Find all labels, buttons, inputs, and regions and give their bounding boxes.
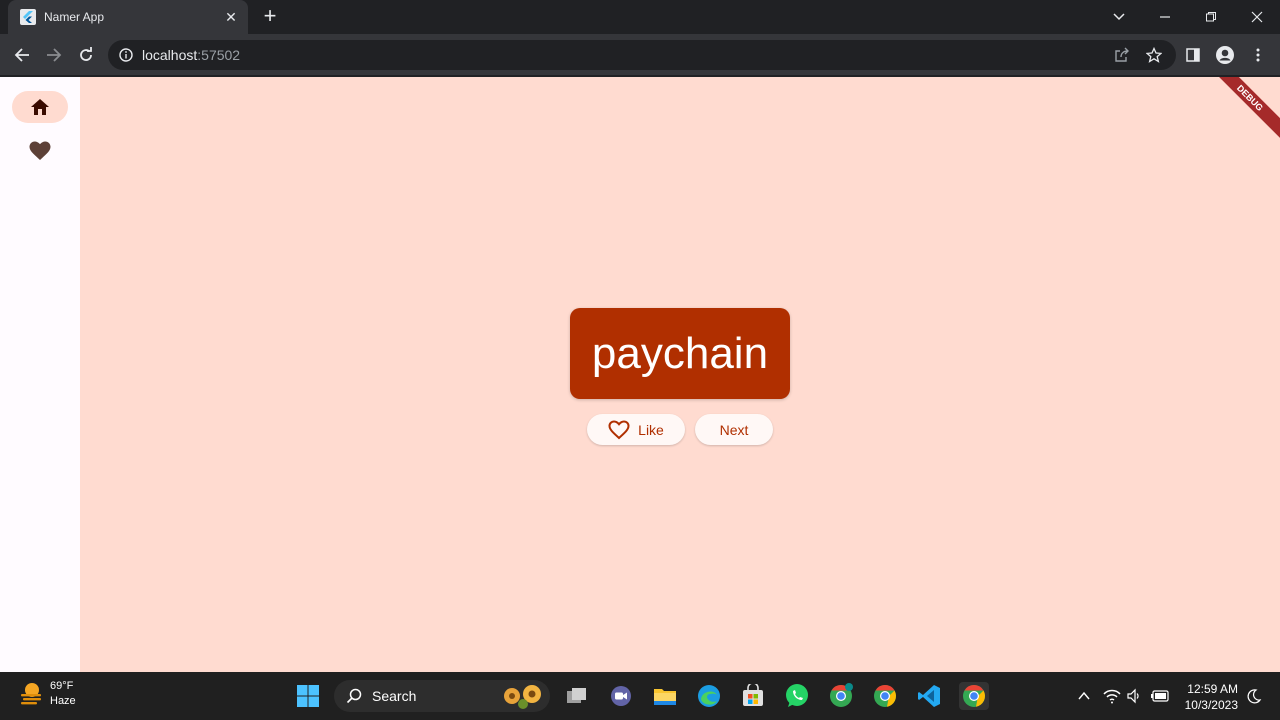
minimize-button[interactable] (1142, 0, 1188, 34)
like-label: Like (638, 421, 664, 438)
vscode-icon[interactable] (915, 682, 943, 710)
url-port: :57502 (197, 47, 241, 63)
url-host: localhost (142, 47, 198, 63)
windows-start-icon[interactable] (294, 682, 322, 710)
side-panel-icon[interactable] (1181, 43, 1205, 67)
search-placeholder: Search (372, 688, 417, 704)
nav-favorites[interactable] (12, 135, 68, 167)
generator-page: paychain Like Next (80, 77, 1280, 672)
weather-condition: Haze (50, 695, 76, 707)
heart-icon (29, 141, 51, 160)
home-icon (31, 99, 49, 115)
navigation-rail (0, 77, 80, 672)
address-bar[interactable]: localhost:57502 (108, 40, 1176, 70)
nav-home[interactable] (12, 91, 68, 123)
flutter-favicon-icon (20, 9, 36, 25)
haze-sun-icon (21, 682, 41, 704)
chrome-profile-icon[interactable] (827, 682, 855, 710)
flowers-highlight-icon (504, 685, 541, 709)
chrome-active-icon[interactable] (959, 682, 989, 710)
clock-date: 10/3/2023 (1184, 698, 1238, 712)
next-label: Next (719, 421, 749, 438)
clock-time: 12:59 AM (1187, 682, 1238, 696)
browser-toolbar: localhost:57502 (0, 34, 1280, 76)
url-text: localhost:57502 (142, 47, 240, 63)
edge-browser-icon[interactable] (695, 682, 723, 710)
heart-outline-icon (608, 419, 630, 439)
whatsapp-icon[interactable] (783, 682, 811, 710)
profile-avatar-icon[interactable] (1213, 43, 1237, 67)
task-view-icon[interactable] (563, 682, 591, 710)
back-arrow-icon[interactable] (10, 43, 34, 67)
battery-icon[interactable] (1146, 682, 1174, 710)
word-pair-card: paychain (570, 308, 790, 399)
chrome-icon[interactable] (871, 682, 899, 710)
system-clock[interactable]: 12:59 AM 10/3/2023 (1185, 681, 1238, 713)
share-icon[interactable] (1110, 43, 1134, 67)
windows-taskbar: 69°F Haze Search 12:59 AM 10/3/2023 (0, 672, 1280, 720)
volume-icon[interactable] (1120, 682, 1148, 710)
tab-title: Namer App (44, 10, 105, 24)
teams-chat-icon[interactable] (607, 682, 635, 710)
next-button[interactable]: Next (695, 414, 773, 445)
new-tab-button[interactable]: + (258, 5, 282, 29)
browser-tab[interactable]: Namer App ✕ (8, 0, 248, 34)
browser-titlebar: Namer App ✕ + (0, 0, 1280, 34)
forward-arrow-icon[interactable] (42, 43, 66, 67)
site-info-icon[interactable] (118, 47, 134, 63)
weather-temp: 69°F (50, 680, 74, 692)
show-hidden-icons-chevron-icon[interactable] (1070, 682, 1098, 710)
microsoft-store-icon[interactable] (739, 682, 767, 710)
focus-moon-icon[interactable] (1240, 682, 1268, 710)
app-viewport: paychain Like Next DEBUG (0, 77, 1280, 672)
tab-close-icon[interactable]: ✕ (222, 8, 240, 26)
bookmark-star-icon[interactable] (1142, 43, 1166, 67)
restore-button[interactable] (1188, 0, 1234, 34)
chrome-menu-icon[interactable] (1246, 43, 1270, 67)
tab-search-button[interactable] (1096, 0, 1142, 34)
file-explorer-icon[interactable] (651, 682, 679, 710)
search-icon (346, 688, 362, 704)
taskbar-search[interactable]: Search (334, 680, 550, 712)
weather-widget[interactable]: 69°F Haze (18, 680, 76, 707)
like-button[interactable]: Like (587, 414, 685, 445)
close-window-button[interactable] (1234, 0, 1280, 34)
reload-icon[interactable] (74, 43, 98, 67)
word-pair-text: paychain (591, 328, 769, 378)
